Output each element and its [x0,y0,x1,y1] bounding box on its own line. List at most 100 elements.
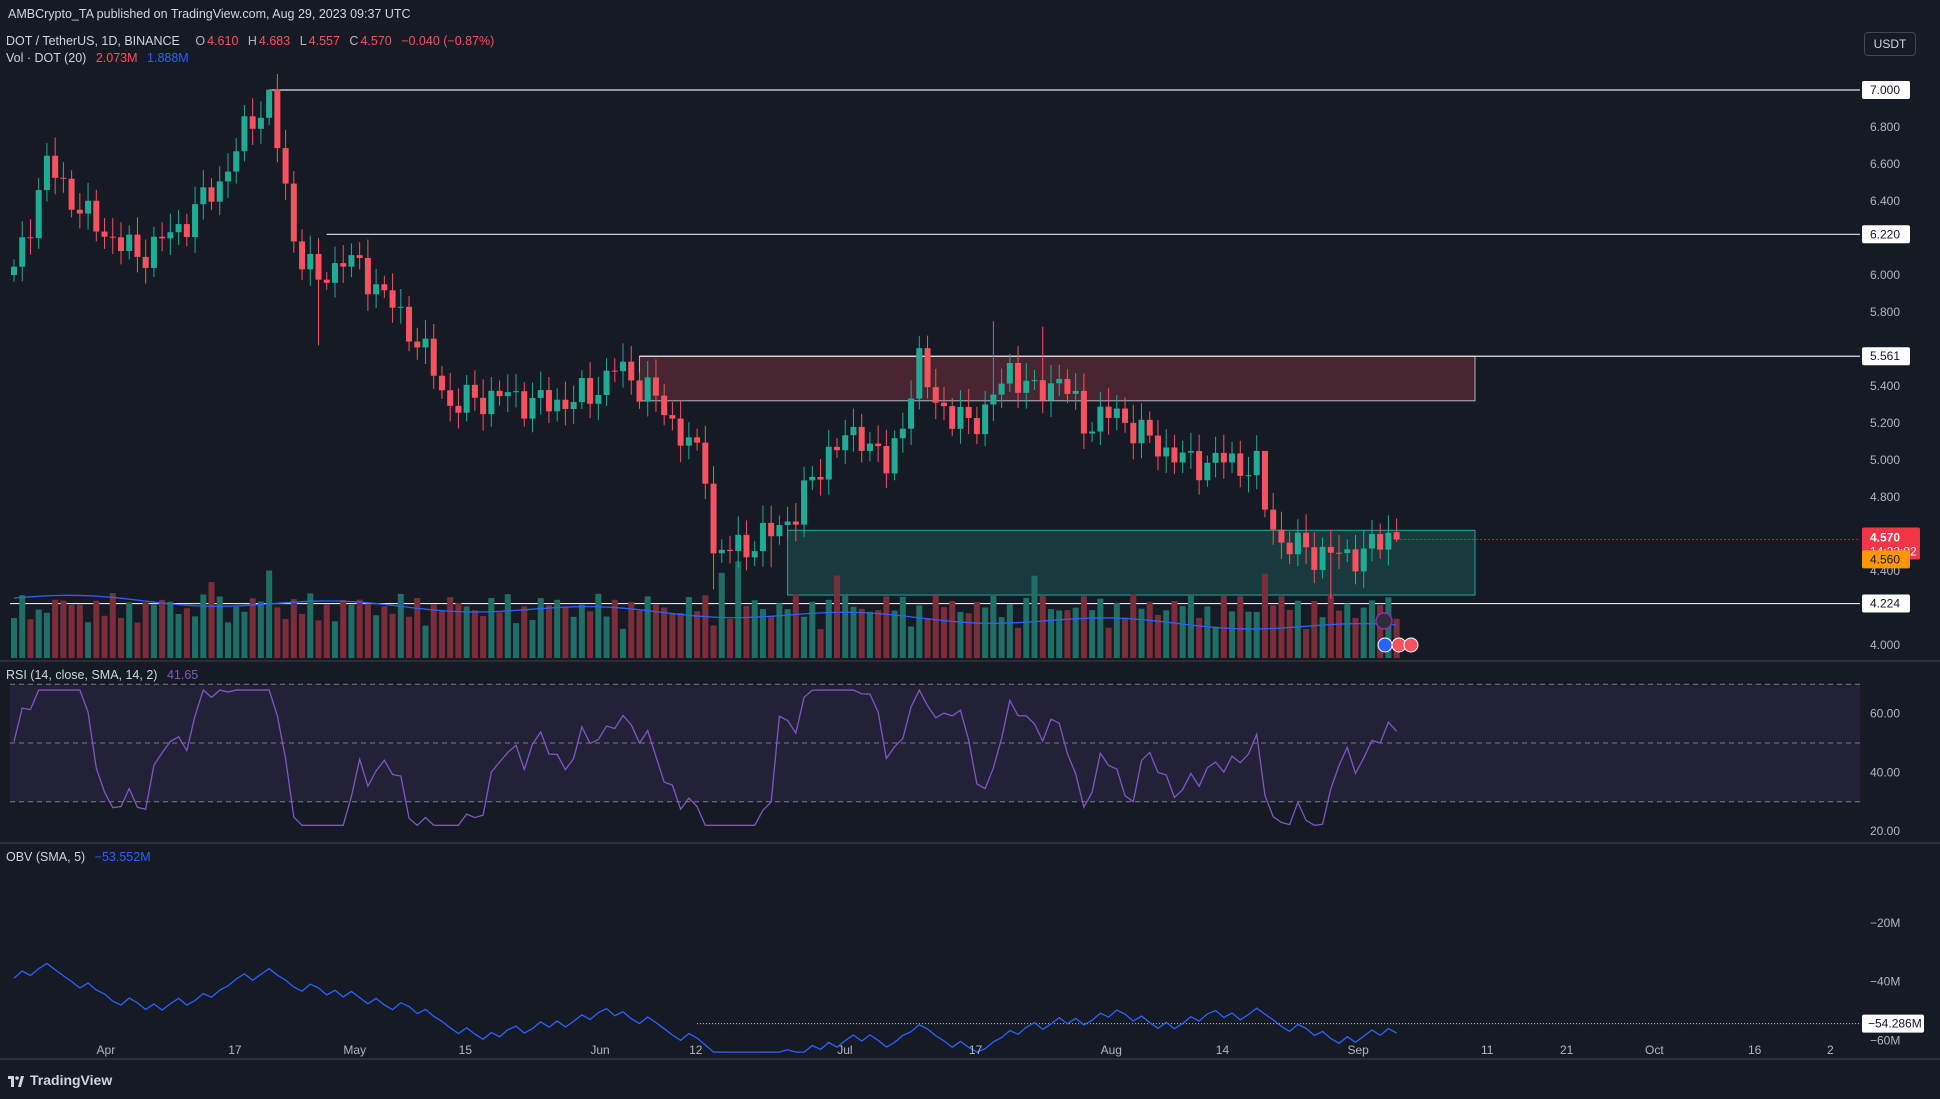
lightning-event-icon[interactable] [1375,612,1393,630]
rsi-tick-label: 40.00 [1870,765,1900,779]
candle-body [134,234,141,257]
volume-bar [751,600,758,658]
price-tick-label: 6.400 [1870,194,1900,208]
volume-bar [299,613,306,658]
candle-body [652,377,659,396]
volume-bar [126,602,133,658]
candle-body [1130,422,1137,444]
currency-button[interactable]: USDT [1864,32,1916,56]
candle-body [496,390,503,397]
candle-body [438,375,445,391]
candle-body [1294,532,1301,555]
time-tick-label: 11 [1481,1043,1494,1057]
candle-body [381,284,388,291]
candle-body [570,402,577,410]
candle-body [727,549,734,551]
volume-bar [1336,610,1343,658]
flag-event-icon[interactable] [1403,637,1419,653]
volume-bar [504,594,511,658]
candle-body [718,549,725,554]
candle-body [290,183,297,242]
candle-body [521,391,528,419]
candle-body [1113,408,1120,418]
candle-body [257,117,264,129]
candle-body [216,181,223,202]
time-tick-label: Jun [590,1043,609,1057]
candle-body [1270,509,1277,530]
candle-body [1385,532,1392,550]
candle-body [126,234,133,252]
time-tick-label: 21 [1560,1043,1574,1057]
candle-body [636,380,643,402]
candle-body [117,237,124,252]
tradingview-logo: TradingView [8,1072,112,1088]
volume-bar [257,601,264,658]
candle-body [554,399,561,412]
volume-bar [768,616,775,658]
volume-bar [373,615,380,658]
candle-body [1122,408,1129,423]
candle-body [488,390,495,415]
volume-bar [1113,603,1120,658]
change-value: −0.040 (−0.87%) [401,34,495,48]
candle-body [809,476,816,481]
candle-body [924,348,931,388]
volume-bar [1146,602,1153,658]
volume-bar [241,611,248,658]
volume-bar [1253,612,1260,658]
high-value: 4.683 [258,34,291,48]
volume-bar [1105,627,1112,658]
volume-bar [1229,611,1236,658]
candle-body [1253,450,1260,476]
volume-bar [743,605,750,658]
candle-body [1204,462,1211,481]
candle-body [587,378,594,404]
flag-event-icon[interactable] [1377,637,1393,653]
volume-bar [208,582,215,658]
volume-bar [331,621,338,658]
candle-body [266,89,273,118]
volume-bar [562,606,569,658]
candle-body [1089,431,1096,434]
symbol-title: DOT / TetherUS, 1D, BINANCE [6,34,180,48]
tradingview-wordmark: TradingView [30,1072,113,1088]
volume-bar [35,609,42,658]
candle-body [1286,542,1293,555]
candle-body [1220,452,1227,463]
candle-body [611,370,618,372]
volume-bar [1220,596,1227,658]
volume-bar [1163,610,1170,658]
volume-bar [644,596,651,658]
volume-bar [809,601,816,658]
volume-bar [159,599,166,658]
rsi-legend: RSI (14, close, SMA, 14, 2) 41.65 [6,668,200,682]
volume-bar [274,607,281,658]
volume-bar [315,620,322,658]
chart-canvas[interactable]: 4.0004.4004.6004.8005.0005.2005.4005.800… [0,0,1940,1099]
candle-body [940,402,947,407]
candle-body [759,522,766,552]
volume-bar [587,611,594,658]
candle-body [784,521,791,526]
level-price-tag-label: 4.224 [1870,597,1900,611]
low-value: 4.557 [308,34,340,48]
volume-bar [1360,607,1367,658]
candle-body [965,406,972,419]
volume-bar [603,616,610,658]
candle-body [850,426,857,436]
volume-bar [685,596,692,658]
volume-bar [899,596,906,658]
candle-body [430,338,437,376]
candle-body [932,387,939,403]
candle-body [1080,390,1087,434]
price-tick-label: 5.400 [1870,379,1900,393]
low-label: L [299,34,307,48]
volume-bar [406,616,413,658]
volume-bar [924,618,931,658]
candle-body [710,483,717,554]
volume-bar [1319,617,1326,658]
candle-body [1319,546,1326,570]
volume-bar [1270,605,1277,658]
volume-bar [1179,606,1186,658]
candle-body [1261,450,1268,510]
